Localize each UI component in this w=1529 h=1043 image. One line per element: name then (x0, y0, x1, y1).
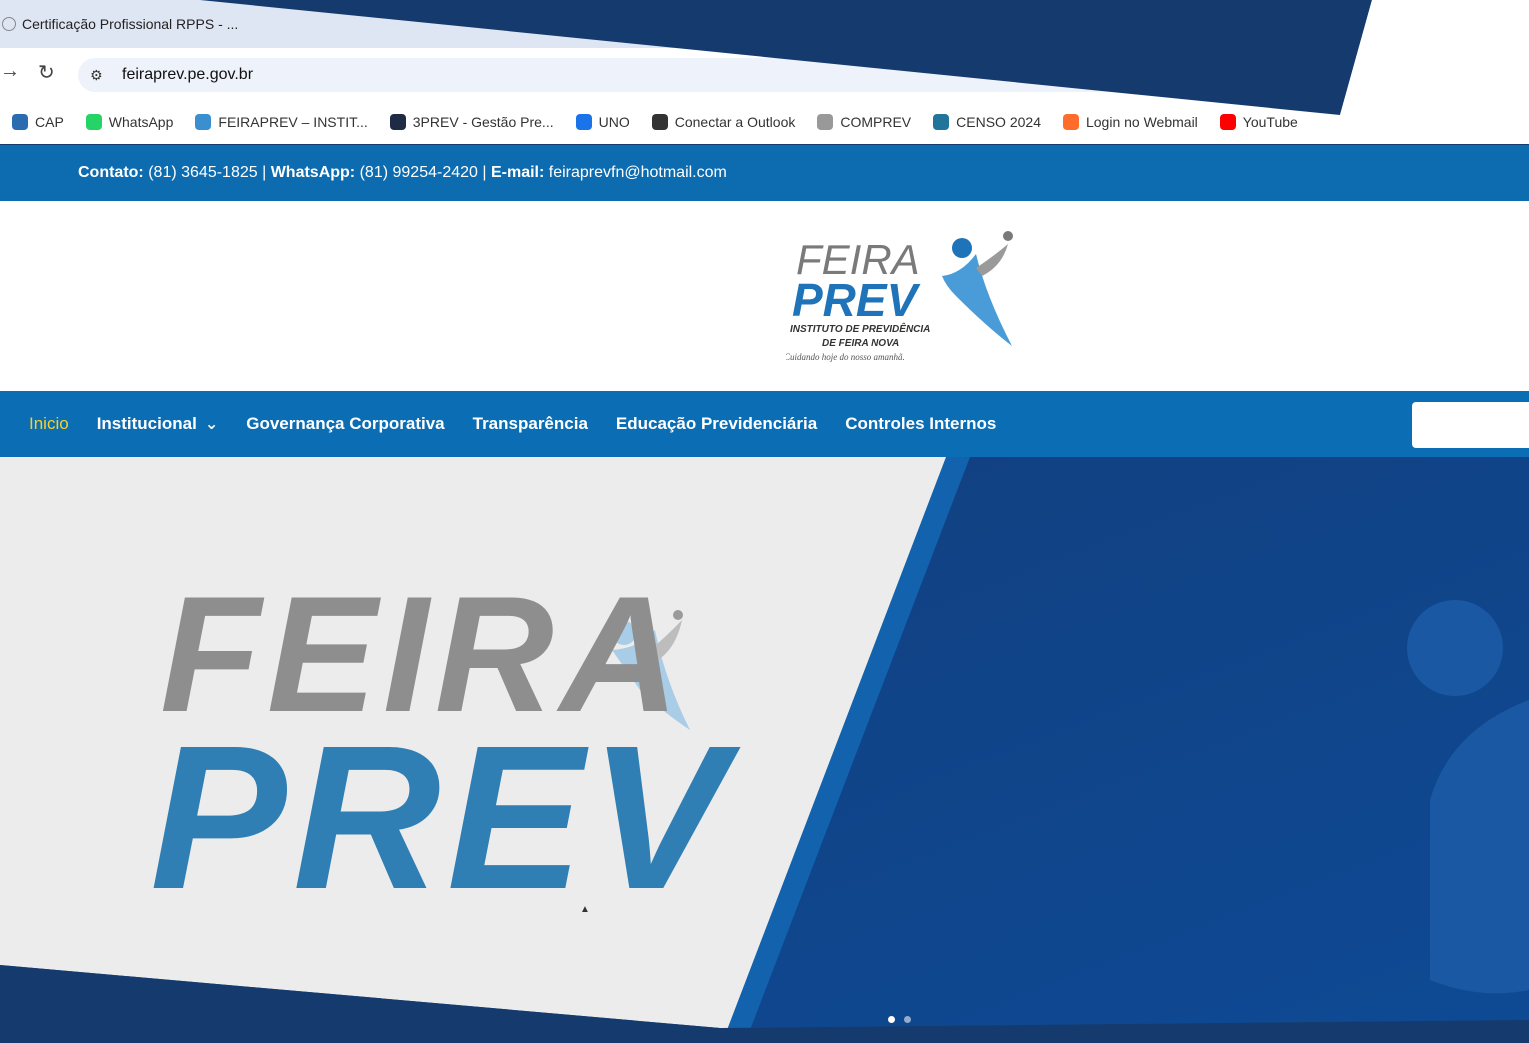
omnibox[interactable]: ⚙ feiraprev.pe.gov.br (78, 58, 1478, 92)
main-navigation: Inicio Institucional ⌄ Governança Corporati… (0, 391, 1529, 457)
hero-figure-head (1407, 600, 1503, 696)
logo-prev: PREV (792, 274, 921, 326)
bookmark-label: COMPREV (840, 114, 912, 130)
3prev-icon (389, 114, 406, 130)
phone-label: Contato: (78, 164, 144, 181)
bookmark-item[interactable]: COMPREV (817, 114, 911, 130)
carousel-dots (888, 1016, 911, 1023)
bookmark-item[interactable]: YouTube (1219, 114, 1298, 130)
carousel-dot[interactable] (888, 1016, 895, 1023)
nav-item-governan-a-corporativa[interactable]: Governança Corporativa (246, 414, 444, 434)
email-label: E-mail: (490, 164, 545, 181)
bookmark-label: 3PREV - Gestão Pre... (412, 114, 554, 130)
comprev-icon (817, 114, 834, 130)
bookmarks-bar: CAP WhatsApp FEIRAPREV – INSTIT... 3PREV - … (0, 100, 1529, 144)
reload-icon[interactable]: ↻ (38, 60, 55, 85)
bookmark-label: WhatsApp (108, 114, 174, 130)
nav-item-transpar-ncia[interactable]: Transparência (473, 414, 588, 434)
contact-line: Contato: (81) 3645-1825 | WhatsApp: (81)… (78, 164, 727, 182)
bookmark-label: CAP (35, 114, 64, 130)
bookmark-label: Login no Webmail (1085, 114, 1198, 130)
browser-tab[interactable]: Certificação Profissional RPPS - ... (0, 0, 238, 48)
bookmark-label: YouTube (1242, 114, 1298, 130)
bookmark-label: UNO (598, 114, 630, 130)
browser-tab-bar: Certificação Profissional RPPS - ... (0, 0, 1529, 48)
logo-institute: INSTITUTO DE PREVIDÊNCIA (790, 322, 930, 335)
nav-item-label: Governança Corporativa (246, 414, 445, 433)
site-settings-icon[interactable]: ⚙ (90, 67, 108, 84)
search-input[interactable] (1412, 402, 1529, 448)
nav-item-educa-o-previdenci-ria[interactable]: Educação Previdenciária (616, 414, 817, 434)
wordpress-icon (933, 114, 950, 130)
nav-item-label: Controles Internos (845, 414, 997, 433)
carousel-dot[interactable] (904, 1016, 911, 1023)
cpanel-icon (1062, 114, 1079, 130)
bookmark-item[interactable]: FEIRAPREV – INSTIT... (195, 114, 368, 130)
nav-item-inicio[interactable]: Inicio (29, 414, 69, 434)
site-header (0, 201, 1529, 391)
logo-tagline: Cuidando hoje do nosso amanhã. (786, 352, 905, 362)
whatsapp-number: (81) 99254-2420 (359, 164, 478, 181)
bookmark-label: FEIRAPREV – INSTIT... (218, 114, 368, 130)
nav-item-label: Institucional (96, 414, 197, 433)
nav-item-label: Inicio (29, 414, 69, 433)
phone-number: (81) 3645-1825 (148, 164, 258, 181)
tab-title: Certificação Profissional RPPS - ... (22, 16, 239, 32)
logo-figure-head (952, 238, 972, 258)
nav-item-label: Transparência (472, 414, 588, 433)
bookmark-item[interactable]: WhatsApp (85, 114, 174, 130)
caret-up-icon: ▲ (580, 904, 590, 915)
hero-word-prev: PREV (150, 703, 733, 932)
logo-figure-arm (976, 244, 1008, 276)
bookmark-label: Conectar a Outlook (674, 114, 796, 130)
whatsapp-icon (85, 114, 102, 130)
email-address[interactable]: feiraprevfn@hotmail.com (549, 164, 727, 181)
youtube-icon (1219, 114, 1236, 130)
bookmark-item[interactable]: Conectar a Outlook (651, 114, 796, 130)
bookmark-item[interactable]: Login no Webmail (1062, 114, 1198, 130)
logo-figure-head-2 (1003, 231, 1013, 241)
bookmark-label: CENSO 2024 (956, 114, 1041, 130)
nav-item-controles-internos[interactable]: Controles Internos (845, 414, 996, 434)
nav-item-institucional[interactable]: Institucional ⌄ (97, 414, 219, 434)
bookmark-item[interactable]: 3PREV - Gestão Pre... (389, 114, 554, 130)
feiraprev-icon (195, 114, 212, 130)
nav-item-label: Educação Previdenciária (615, 414, 818, 433)
tab-favicon-icon (2, 17, 16, 31)
contact-bar: Contato: (81) 3645-1825 | WhatsApp: (81)… (0, 145, 1529, 201)
separator: | (482, 164, 487, 181)
separator: | (262, 164, 267, 181)
bookmark-item[interactable]: CAP (12, 114, 64, 130)
forward-icon[interactable]: → (0, 60, 20, 83)
cap-icon (12, 114, 28, 130)
chevron-down-icon: ⌄ (204, 416, 219, 433)
uno-icon (575, 114, 592, 130)
bookmark-item[interactable]: UNO (575, 114, 630, 130)
bookmark-item[interactable]: CENSO 2024 (933, 114, 1041, 130)
whatsapp-label: WhatsApp: (270, 164, 356, 181)
logo-city: DE FEIRA NOVA (822, 338, 899, 349)
feiraprev-logo[interactable]: FEIRA PREV INSTITUTO DE PREVIDÊNCIA DE F… (786, 226, 1026, 376)
url-text[interactable]: feiraprev.pe.gov.br (122, 66, 253, 84)
outlook-icon (651, 114, 668, 130)
